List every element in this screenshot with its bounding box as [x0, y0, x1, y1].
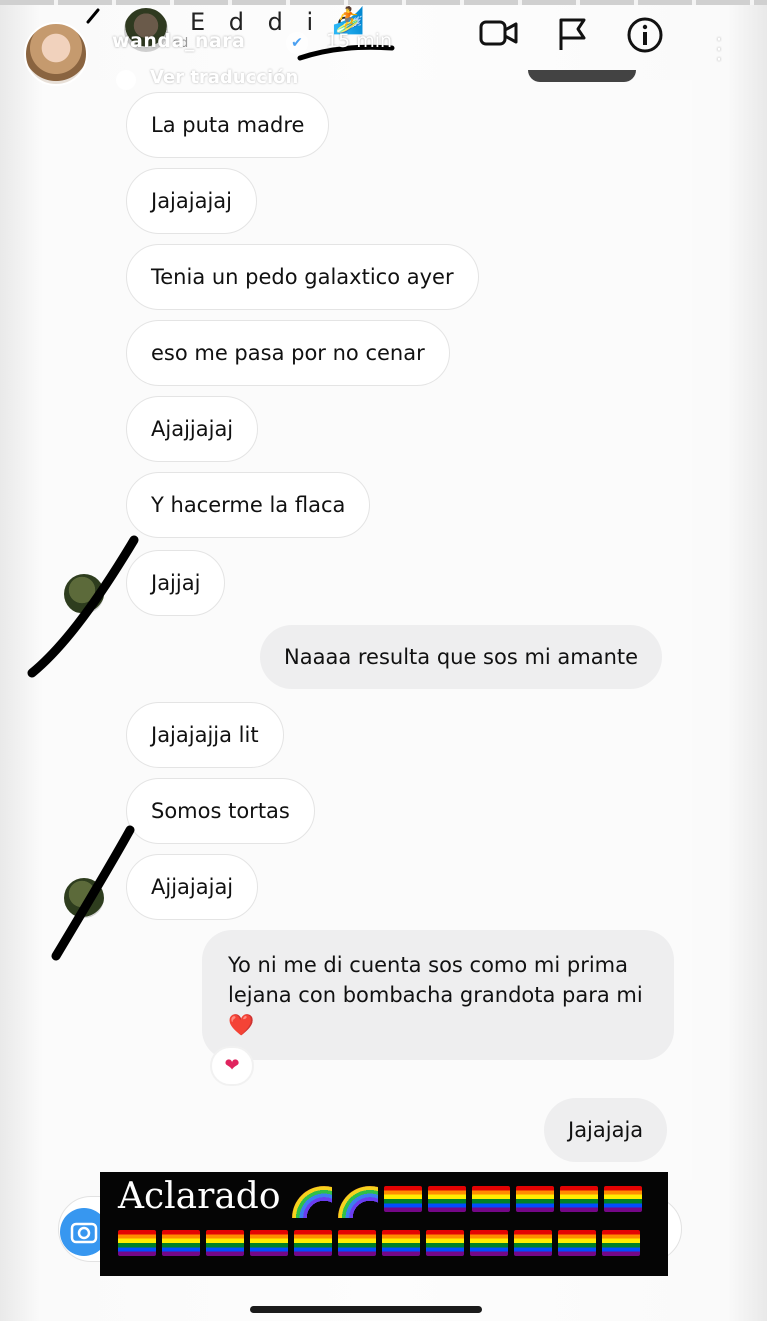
- story-caption: Aclarado: [118, 1172, 648, 1222]
- translate-icon[interactable]: [116, 70, 136, 90]
- pride-flag-emoji: [250, 1230, 288, 1256]
- pride-flag-emoji: [118, 1230, 156, 1256]
- message-bubble-incoming: Jajjaj: [126, 550, 226, 616]
- pride-flag-emoji: [559, 1186, 598, 1212]
- message-bubble-outgoing: Naaaa resulta que sos mi amante: [260, 625, 663, 689]
- pride-flag-emoji: [602, 1230, 640, 1256]
- rainbow-emoji: [291, 1180, 332, 1218]
- pride-flag-emoji: [426, 1230, 464, 1256]
- pride-flag-emoji: [206, 1230, 244, 1256]
- caption-text: Aclarado: [118, 1176, 281, 1217]
- verified-badge-icon: ✔: [286, 32, 308, 54]
- pride-flag-emoji: [558, 1230, 596, 1256]
- message-bubble-incoming: Ajjajajaj: [126, 854, 259, 920]
- pride-flag-emoji: [162, 1230, 200, 1256]
- message-bubble-outgoing: Jajajaja: [544, 1098, 668, 1162]
- pride-flag-emoji: [471, 1186, 510, 1212]
- prior-bubble-edge: [528, 70, 636, 82]
- pride-flag-emoji: [515, 1186, 554, 1212]
- heart-reaction-icon[interactable]: ❤: [210, 1046, 254, 1086]
- translate-link[interactable]: Ver traducción: [150, 67, 298, 88]
- pride-flag-emoji: [470, 1230, 508, 1256]
- pride-flag-emoji: [427, 1186, 466, 1212]
- story-author-name[interactable]: wanda_nara: [112, 30, 245, 52]
- pride-flag-row: [118, 1230, 646, 1256]
- rainbow-emoji: [337, 1180, 378, 1218]
- story-author-avatar[interactable]: [24, 22, 88, 86]
- pride-flag-emoji: [383, 1186, 422, 1212]
- more-options-icon[interactable]: · · ·: [712, 30, 726, 72]
- story-screen: E d d i e 🏄 ed wanda_nara ✔ 15 min Ver t…: [0, 0, 767, 1321]
- pride-flag-emoji: [382, 1230, 420, 1256]
- sender-avatar: [64, 574, 104, 614]
- pride-flag-emoji: [338, 1230, 376, 1256]
- message-bubble-incoming: Jajajajja lit: [126, 702, 284, 768]
- message-bubble-incoming: Somos tortas: [126, 778, 315, 844]
- home-indicator[interactable]: [250, 1306, 482, 1313]
- message-bubble-incoming: Ajajjajaj: [126, 396, 259, 462]
- message-bubble-incoming: eso me pasa por no cenar: [126, 320, 450, 386]
- sender-avatar: [64, 878, 104, 918]
- message-bubble-incoming: Tenia un pedo galaxtico ayer: [126, 244, 479, 310]
- story-progress-bar: [0, 0, 767, 5]
- pride-flag-emoji: [514, 1230, 552, 1256]
- story-timestamp: 15 min: [326, 30, 393, 52]
- message-bubble-incoming: Jajajajaj: [126, 168, 258, 234]
- pride-flag-emoji: [294, 1230, 332, 1256]
- message-bubble-outgoing: Yo ni me di cuenta sos como mi prima lej…: [202, 930, 674, 1060]
- flag-icon[interactable]: [556, 16, 590, 52]
- info-icon[interactable]: [626, 16, 664, 54]
- pride-flag-emoji: [603, 1186, 642, 1212]
- message-bubble-incoming: Y hacerme la flaca: [126, 472, 371, 538]
- video-call-icon[interactable]: [478, 16, 520, 50]
- message-bubble-incoming: La puta madre: [126, 92, 330, 158]
